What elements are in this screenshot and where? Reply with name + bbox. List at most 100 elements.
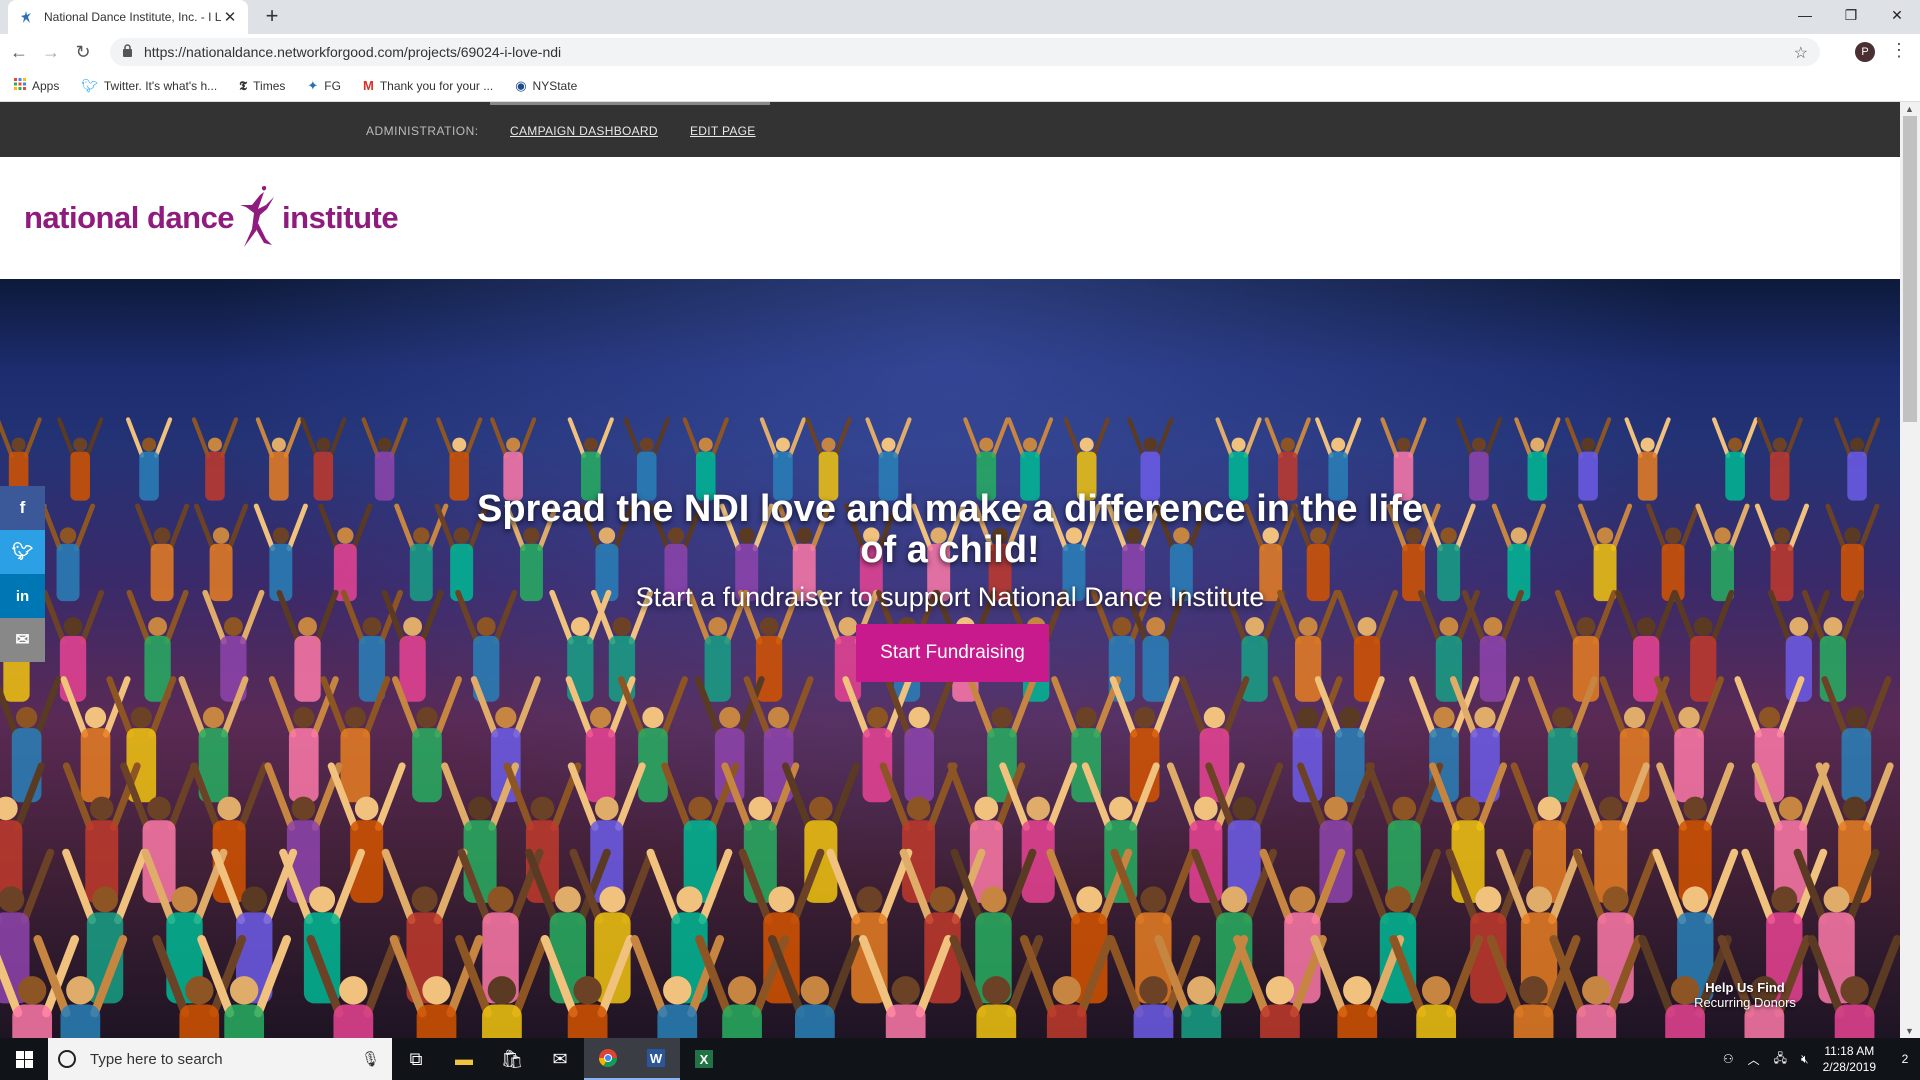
restore-icon[interactable]: ❐ [1828, 0, 1874, 30]
page-scrollbar[interactable]: ▲ ▼ [1900, 102, 1920, 1038]
word-icon[interactable]: W [632, 1038, 680, 1080]
minimize-icon[interactable]: — [1782, 0, 1828, 30]
dancer-figure [1672, 589, 1735, 702]
bookmark-star-icon[interactable]: ☆ [1794, 43, 1808, 63]
admin-bar: ADMINISTRATION: CAMPAIGN DASHBOARD EDIT … [0, 102, 1900, 157]
dancer-logo-icon [240, 185, 275, 247]
bookmark-apps[interactable]: Apps [14, 78, 59, 93]
windows-start-icon[interactable] [0, 1038, 48, 1080]
dancer-figure [1711, 417, 1759, 501]
windows-taskbar: Type here to search 🎙︎ ⧉ ▬ 🛍︎ ✉ W X ⚇ ︿ … [0, 1038, 1920, 1080]
dancer-figure [253, 503, 308, 602]
file-explorer-icon[interactable]: ▬ [440, 1038, 488, 1080]
scrollbar-thumb[interactable] [1903, 116, 1917, 422]
bookmark-nystate[interactable]: ◉ NYState [515, 78, 577, 94]
notification-center-icon[interactable]: 2 [1890, 1044, 1920, 1074]
dancer-figure [106, 676, 177, 803]
nyt-icon: 𝕿 [239, 77, 248, 93]
dancer-figure [966, 676, 1037, 803]
linkedin-icon[interactable]: in [0, 574, 45, 618]
search-placeholder: Type here to search [90, 1050, 223, 1068]
url-text: https://nationaldance.networkforgood.com… [144, 44, 562, 60]
dancer-figure [255, 417, 302, 501]
dancer-figure [1833, 417, 1881, 501]
twitter-icon[interactable]: 🐦︎ [0, 530, 45, 574]
logo-text-left: national dance [24, 200, 235, 235]
campaign-dashboard-link[interactable]: CAMPAIGN DASHBOARD [510, 124, 658, 138]
bookmark-fg[interactable]: ✦ FG [307, 78, 341, 94]
chevron-up-icon[interactable]: ︿ [1748, 1051, 1760, 1068]
clock[interactable]: 11:18 AM 2/28/2019 [1823, 1043, 1876, 1075]
reload-icon[interactable]: ↻ [70, 39, 96, 65]
svg-text:X: X [700, 1052, 709, 1067]
bookmark-gmail[interactable]: M Thank you for your ... [363, 78, 493, 93]
browser-tab[interactable]: National Dance Institute, Inc. - I L ✕ [8, 0, 248, 34]
bookmark-twitter[interactable]: 🐦︎ Twitter. It's what's h... [81, 78, 217, 94]
edit-page-link[interactable]: EDIT PAGE [690, 124, 756, 138]
dancer-figure [661, 762, 740, 903]
scroll-up-icon[interactable]: ▲ [1905, 104, 1914, 114]
dancer-figure [135, 503, 190, 602]
chrome-icon[interactable] [584, 1038, 632, 1080]
help-find-donors-text[interactable]: Help Us Find Recurring Donors [1660, 980, 1830, 1010]
dancer-figure [57, 417, 104, 501]
start-fundraising-button[interactable]: Start Fundraising [856, 624, 1049, 682]
dancer-figure [394, 503, 449, 602]
menu-dots-icon[interactable]: ⋮ [1890, 40, 1908, 61]
store-icon[interactable]: 🛍︎ [488, 1038, 536, 1080]
dancer-figure [141, 848, 228, 1004]
bookmark-label: FG [324, 78, 341, 93]
clock-time: 11:18 AM [1824, 1044, 1875, 1058]
volume-muted-icon[interactable]: 🔇︎ [1801, 1052, 1809, 1067]
cortana-circle-icon [58, 1050, 76, 1068]
clock-date: 2/28/2019 [1822, 1060, 1876, 1074]
hero-banner: Spread the NDI love and make a differenc… [0, 279, 1900, 1038]
microphone-icon[interactable]: 🎙︎ [361, 1050, 380, 1068]
task-view-icon[interactable]: ⧉ [392, 1038, 440, 1080]
address-bar[interactable]: https://nationaldance.networkforgood.com… [110, 38, 1820, 66]
mail-icon[interactable]: ✉ [536, 1038, 584, 1080]
email-icon[interactable]: ✉ [0, 618, 45, 662]
dancer-figure [721, 762, 800, 903]
ndi-logo[interactable]: national dance institute [24, 183, 399, 253]
browser-tab-bar: National Dance Institute, Inc. - I L ✕ +… [0, 0, 1920, 34]
web-page: ADMINISTRATION: CAMPAIGN DASHBOARD EDIT … [0, 102, 1900, 1038]
people-icon[interactable]: ⚇ [1723, 1052, 1734, 1066]
profile-avatar[interactable]: P [1855, 42, 1875, 62]
bookmark-times[interactable]: 𝕿 Times [239, 78, 285, 94]
dancer-figure [381, 589, 444, 702]
dancer-figure [318, 503, 373, 602]
dancer-figure [1825, 503, 1880, 602]
network-icon[interactable]: 🖧︎ [1774, 1049, 1787, 1070]
dancer-figure [1754, 503, 1810, 602]
new-tab-button[interactable]: + [260, 5, 284, 29]
dancer-figure [125, 417, 173, 501]
facebook-icon[interactable]: f [0, 486, 45, 530]
dancer-figure [1646, 503, 1701, 602]
window-controls: — ❐ ✕ [1782, 0, 1920, 30]
taskbar-search-box[interactable]: Type here to search 🎙︎ [48, 1038, 392, 1080]
close-window-icon[interactable]: ✕ [1874, 0, 1920, 30]
dancer-figure [1491, 503, 1546, 602]
help-line-1: Help Us Find [1705, 980, 1785, 995]
dancer-figure [1564, 417, 1612, 501]
scroll-down-icon[interactable]: ▼ [1905, 1026, 1914, 1036]
dancer-figure [842, 676, 913, 803]
system-tray: ⚇ ︿ 🖧︎ 🔇︎ 11:18 AM 2/28/2019 2 [1723, 1038, 1920, 1080]
dancer-figure [1421, 503, 1476, 602]
dancer-figure [1455, 417, 1503, 501]
bookmark-label: Times [253, 78, 286, 93]
excel-icon[interactable]: X [680, 1038, 728, 1080]
dancer-figure [1821, 676, 1892, 803]
back-arrow-icon[interactable]: ← [6, 39, 32, 65]
dancer-figure [1756, 417, 1803, 501]
dancer-figure [1734, 676, 1805, 803]
apps-grid-icon [14, 78, 26, 93]
dancer-figure [40, 503, 96, 602]
lock-icon [122, 44, 134, 60]
close-tab-icon[interactable]: ✕ [222, 8, 238, 26]
nystate-icon: ◉ [515, 77, 527, 93]
forward-arrow-icon[interactable]: → [38, 39, 64, 65]
hero-title: Spread the NDI love and make a differenc… [476, 488, 1424, 571]
dancer-figure [381, 848, 468, 1004]
